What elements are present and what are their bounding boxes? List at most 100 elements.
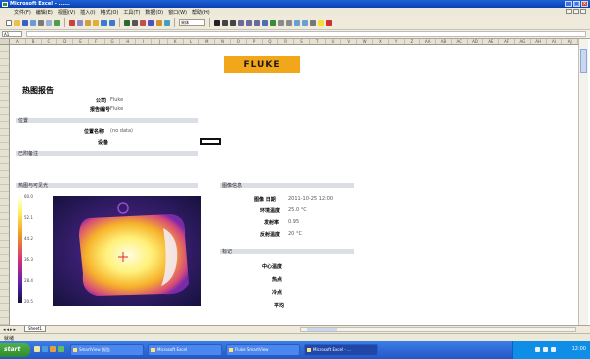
excel-app-icon[interactable]: [2, 1, 8, 7]
merge-center-icon[interactable]: [262, 19, 268, 26]
format-painter-icon[interactable]: [93, 19, 99, 26]
title-bar[interactable]: Microsoft Excel - ...... _ □ ×: [0, 0, 590, 8]
column-header[interactable]: A: [10, 39, 26, 44]
menu-insert[interactable]: 插入(I): [80, 9, 95, 16]
row-header[interactable]: [0, 248, 9, 255]
row-header[interactable]: [0, 318, 9, 325]
decrease-indent-icon[interactable]: [302, 19, 308, 26]
column-header[interactable]: X: [373, 39, 389, 44]
row-header[interactable]: [0, 290, 9, 297]
row-header[interactable]: [0, 157, 9, 164]
row-header[interactable]: [0, 269, 9, 276]
drawing-icon[interactable]: [164, 19, 170, 26]
menu-edit[interactable]: 编辑(E): [36, 9, 53, 16]
new-icon[interactable]: [6, 19, 12, 26]
close-button[interactable]: ×: [581, 1, 588, 7]
formula-input[interactable]: [26, 31, 586, 37]
column-header[interactable]: D: [57, 39, 74, 44]
save-icon[interactable]: [22, 19, 28, 26]
redo-icon[interactable]: [109, 19, 115, 26]
name-box[interactable]: A1: [2, 31, 22, 37]
column-header[interactable]: P: [247, 39, 263, 44]
print-icon[interactable]: [38, 19, 44, 26]
column-header[interactable]: R: [278, 39, 295, 44]
column-header[interactable]: I: [136, 39, 153, 44]
row-header[interactable]: [0, 234, 9, 241]
align-right-icon[interactable]: [254, 19, 260, 26]
chart-wizard-icon[interactable]: [156, 19, 162, 26]
column-header[interactable]: O: [231, 39, 247, 44]
row-header[interactable]: [0, 66, 9, 73]
row-header[interactable]: [0, 122, 9, 129]
tray-security-icon[interactable]: [551, 347, 556, 352]
column-header[interactable]: AF: [499, 39, 515, 44]
font-name-field[interactable]: 宋体: [179, 19, 205, 26]
undo-icon[interactable]: [101, 19, 107, 26]
column-header[interactable]: AA: [420, 39, 437, 44]
row-header[interactable]: [0, 206, 9, 213]
font-color-icon[interactable]: [326, 19, 332, 26]
column-header[interactable]: AJ: [562, 39, 579, 44]
row-header[interactable]: [0, 276, 9, 283]
column-header[interactable]: C: [42, 39, 58, 44]
column-header[interactable]: M: [199, 39, 216, 44]
row-header[interactable]: [0, 297, 9, 304]
row-header[interactable]: [0, 164, 9, 171]
column-header[interactable]: N: [215, 39, 231, 44]
paste-icon[interactable]: [85, 19, 91, 26]
column-header[interactable]: Q: [263, 39, 279, 44]
column-header[interactable]: W: [357, 39, 373, 44]
row-header[interactable]: [0, 220, 9, 227]
print-preview-icon[interactable]: [46, 19, 52, 26]
percent-icon[interactable]: [278, 19, 284, 26]
row-header[interactable]: [0, 262, 9, 269]
row-header[interactable]: [0, 283, 9, 290]
sort-descending-icon[interactable]: [148, 19, 154, 26]
menu-help[interactable]: 帮助(H): [192, 9, 210, 16]
column-header[interactable]: Z: [405, 39, 421, 44]
row-header[interactable]: [0, 136, 9, 143]
tray-volume-icon[interactable]: [543, 347, 548, 352]
align-left-icon[interactable]: [238, 19, 244, 26]
column-header[interactable]: L: [184, 39, 200, 44]
taskbar-item-2[interactable]: Microsoft Excel: [148, 344, 222, 356]
row-header[interactable]: [0, 192, 9, 199]
email-icon[interactable]: [30, 19, 36, 26]
underline-icon[interactable]: [230, 19, 236, 26]
column-header[interactable]: J: [152, 39, 168, 44]
quicklaunch-app-icon[interactable]: [58, 346, 64, 352]
column-header[interactable]: E: [73, 39, 89, 44]
menu-window[interactable]: 窗口(W): [168, 9, 187, 16]
row-header[interactable]: [0, 94, 9, 101]
column-header[interactable]: B: [26, 39, 42, 44]
column-header[interactable]: AI: [547, 39, 563, 44]
column-header[interactable]: AD: [468, 39, 484, 44]
maximize-button[interactable]: □: [573, 1, 580, 7]
row-header[interactable]: [0, 171, 9, 178]
column-header[interactable]: AC: [452, 39, 468, 44]
column-header[interactable]: AG: [515, 39, 531, 44]
column-header[interactable]: U: [326, 39, 342, 44]
row-header[interactable]: [0, 52, 9, 59]
open-icon[interactable]: [14, 19, 20, 26]
worksheet-grid[interactable]: FLUKE 热图报告 公司 Fluke 报告编号 Fluke 位置 位置名称 (…: [10, 45, 578, 325]
minimize-button[interactable]: _: [565, 1, 572, 7]
vertical-scroll-thumb[interactable]: [580, 49, 587, 73]
menu-file[interactable]: 文件(F): [14, 9, 31, 16]
column-header[interactable]: H: [120, 39, 137, 44]
workbook-restore-button[interactable]: [573, 9, 579, 14]
row-header[interactable]: [0, 213, 9, 220]
hyperlink-icon[interactable]: [124, 19, 130, 26]
tray-network-icon[interactable]: [535, 347, 540, 352]
row-header[interactable]: [0, 185, 9, 192]
row-header[interactable]: [0, 45, 9, 52]
column-header[interactable]: S: [294, 39, 310, 44]
bold-icon[interactable]: [214, 19, 220, 26]
borders-icon[interactable]: [310, 19, 316, 26]
row-header[interactable]: [0, 241, 9, 248]
row-header[interactable]: [0, 59, 9, 66]
active-cell[interactable]: [200, 138, 221, 145]
row-header[interactable]: [0, 101, 9, 108]
sheet-tab-1[interactable]: Sheet1: [24, 326, 46, 332]
quicklaunch-desktop-icon[interactable]: [34, 346, 40, 352]
